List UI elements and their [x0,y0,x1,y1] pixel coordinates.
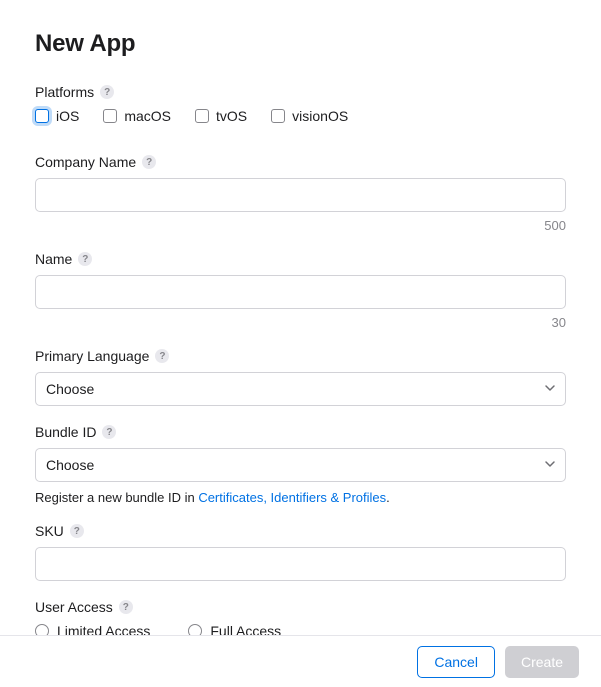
help-icon[interactable]: ? [70,524,84,538]
bundle-id-select[interactable]: Choose [35,448,566,482]
checkbox-macos[interactable] [103,109,117,123]
primary-language-label-row: Primary Language ? [35,348,566,364]
bundle-id-hint-prefix: Register a new bundle ID in [35,490,198,505]
name-input[interactable] [35,275,566,309]
help-icon[interactable]: ? [155,349,169,363]
modal-footer: Cancel Create [0,635,601,687]
page-title: New App [35,30,566,58]
help-icon[interactable]: ? [142,155,156,169]
bundle-id-field: Bundle ID ? Choose Register a new bundle… [35,424,566,505]
company-name-label: Company Name [35,154,136,170]
bundle-id-label-row: Bundle ID ? [35,424,566,440]
platforms-field: Platforms ? iOS macOS tvOS visionOS [35,84,566,124]
checkbox-item-ios: iOS [35,108,79,124]
user-access-radio-row: Limited Access Full Access [35,623,566,635]
checkbox-item-macos: macOS [103,108,171,124]
company-name-counter: 500 [35,218,566,233]
radio-full-access[interactable] [188,624,202,635]
radio-label: Full Access [210,623,281,635]
sku-label: SKU [35,523,64,539]
bundle-id-hint-suffix: . [386,490,390,505]
checkbox-item-tvos: tvOS [195,108,247,124]
primary-language-select[interactable]: Choose [35,372,566,406]
bundle-id-select-wrap: Choose [35,448,566,482]
primary-language-field: Primary Language ? Choose [35,348,566,406]
sku-input[interactable] [35,547,566,581]
sku-field: SKU ? [35,523,566,581]
create-button[interactable]: Create [505,646,579,678]
bundle-id-hint: Register a new bundle ID in Certificates… [35,490,566,505]
radio-limited-access[interactable] [35,624,49,635]
help-icon[interactable]: ? [100,85,114,99]
checkbox-label: tvOS [216,108,247,124]
modal-content: New App Platforms ? iOS macOS tvOS visio… [0,0,601,635]
user-access-label-row: User Access ? [35,599,566,615]
sku-label-row: SKU ? [35,523,566,539]
checkbox-item-visionos: visionOS [271,108,348,124]
company-name-input[interactable] [35,178,566,212]
platforms-checkbox-row: iOS macOS tvOS visionOS [35,108,566,124]
name-label: Name [35,251,72,267]
name-field: Name ? 30 [35,251,566,330]
user-access-field: User Access ? Limited Access Full Access [35,599,566,635]
checkbox-label: iOS [56,108,79,124]
platforms-label: Platforms [35,84,94,100]
bundle-id-hint-link[interactable]: Certificates, Identifiers & Profiles [198,490,386,505]
name-label-row: Name ? [35,251,566,267]
platforms-label-row: Platforms ? [35,84,566,100]
help-icon[interactable]: ? [102,425,116,439]
radio-item-full: Full Access [188,623,281,635]
bundle-id-label: Bundle ID [35,424,96,440]
user-access-label: User Access [35,599,113,615]
company-name-label-row: Company Name ? [35,154,566,170]
company-name-field: Company Name ? 500 [35,154,566,233]
checkbox-tvos[interactable] [195,109,209,123]
radio-item-limited: Limited Access [35,623,150,635]
checkbox-label: macOS [124,108,171,124]
checkbox-label: visionOS [292,108,348,124]
name-counter: 30 [35,315,566,330]
checkbox-visionos[interactable] [271,109,285,123]
checkbox-ios[interactable] [35,109,49,123]
help-icon[interactable]: ? [119,600,133,614]
help-icon[interactable]: ? [78,252,92,266]
cancel-button[interactable]: Cancel [417,646,495,678]
primary-language-label: Primary Language [35,348,149,364]
radio-label: Limited Access [57,623,150,635]
primary-language-select-wrap: Choose [35,372,566,406]
